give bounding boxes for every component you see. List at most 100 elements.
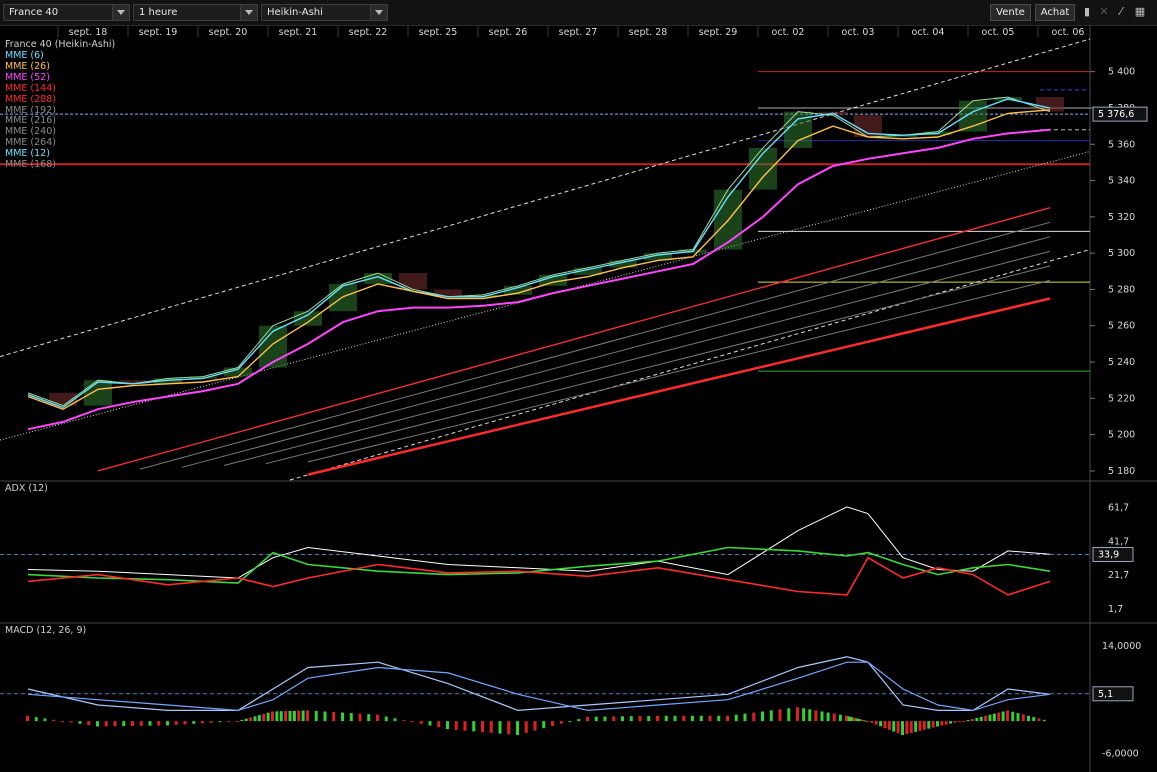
chevron-down-icon[interactable] — [240, 5, 257, 20]
chart-type-select[interactable]: Heikin-Ashi — [261, 4, 388, 21]
trend-channel-upper — [0, 38, 1091, 358]
macd-histogram-bar — [682, 715, 686, 722]
chart-area[interactable]: sept. 18 sept. 19 sept. 20 sept. 21 sept. 22… — [0, 25, 1157, 772]
macd-histogram-bar — [411, 721, 414, 723]
macd-histogram-bar — [96, 721, 99, 727]
date-tick-label: sept. 21 — [279, 27, 318, 38]
macd-histogram-bar — [516, 721, 519, 736]
chevron-down-icon[interactable] — [112, 5, 129, 20]
last-price-value: 5 376,6 — [1098, 109, 1134, 120]
adx-series-line — [27, 506, 1051, 579]
macd-histogram-bar — [838, 714, 842, 722]
macd-histogram-bar — [113, 721, 117, 727]
macd-histogram-bar — [656, 715, 659, 722]
macd-histogram-bar — [845, 715, 848, 722]
timeframe-select[interactable]: 1 heure — [133, 4, 258, 21]
macd-histogram-bar — [78, 721, 82, 724]
sell-button[interactable]: Vente — [990, 4, 1031, 21]
macd-histogram-bar — [275, 711, 279, 722]
macd-histogram-bar — [301, 710, 305, 722]
macd-histogram-bar — [87, 721, 91, 726]
mme-ribbon-line — [265, 265, 1051, 465]
bar-chart-icon[interactable]: ▮ — [1080, 5, 1094, 19]
date-tick-label: sept. 29 — [699, 27, 738, 38]
macd-histogram-bar — [1006, 710, 1009, 722]
macd-histogram-bar — [428, 721, 432, 726]
adx-tick-label: 41,7 — [1108, 536, 1129, 547]
macd-histogram-bar — [629, 716, 633, 722]
macd-histogram-bar — [463, 721, 467, 731]
macd-histogram-bar — [852, 717, 856, 722]
macd-histogram-bar — [708, 715, 712, 722]
price-panel-title: France 40 (Heikin-Ashi) — [5, 39, 116, 50]
macd-histogram-bar — [860, 719, 864, 722]
trend-icon[interactable]: ⁄ — [1114, 5, 1128, 19]
date-tick-label: sept. 28 — [629, 27, 668, 38]
heikin-ashi-candle — [329, 284, 357, 312]
macd-histogram-bar — [292, 710, 296, 722]
toolbar: France 40 1 heure Heikin-Ashi Vente Acha… — [0, 0, 1157, 26]
macd-histogram-bar — [1001, 711, 1005, 722]
macd-histogram-bar — [883, 721, 887, 729]
macd-histogram-bar — [139, 721, 143, 726]
macd-histogram-bar — [971, 718, 974, 722]
macd-histogram-bar — [419, 721, 423, 724]
macd-histogram-bar — [931, 721, 935, 728]
adx-tick-label: 61,7 — [1108, 502, 1129, 513]
macd-histogram-bar — [551, 721, 554, 726]
series-line — [97, 207, 1051, 472]
mme-ribbon-line — [181, 236, 1051, 468]
macd-histogram-bar — [850, 717, 854, 722]
macd-histogram-bar — [332, 712, 336, 722]
macd-histogram-bar — [858, 719, 862, 722]
date-tick-label: oct. 06 — [1052, 27, 1085, 38]
adx-panel-title: ADX (12) — [5, 483, 48, 494]
date-tick-label: sept. 26 — [489, 27, 528, 38]
macd-histogram-bar — [240, 719, 244, 722]
macd-histogram-bar — [69, 721, 73, 723]
price-tick-label: 5 280 — [1108, 284, 1135, 295]
macd-histogram-bar — [26, 715, 29, 722]
macd-histogram-bar — [953, 721, 957, 723]
macd-histogram-bar — [1027, 715, 1030, 722]
macd-histogram-bar — [866, 721, 869, 723]
macd-histogram-bar — [253, 716, 257, 722]
macd-histogram-bar — [284, 711, 288, 722]
macd-histogram-bar — [393, 718, 397, 722]
macd-histogram-bar — [1021, 714, 1025, 722]
macd-histogram-bar — [446, 721, 449, 730]
adx-tick-label: 1,7 — [1108, 604, 1123, 615]
macd-histogram-bar — [568, 721, 572, 723]
macd-histogram-bar — [437, 721, 441, 728]
chevron-down-icon[interactable] — [370, 5, 387, 20]
chart-type-value: Heikin-Ashi — [267, 7, 323, 18]
macd-histogram-bar — [279, 711, 283, 722]
macd-histogram-bar — [586, 716, 589, 722]
macd-histogram-bar — [52, 719, 56, 722]
instrument-select[interactable]: France 40 — [3, 4, 130, 21]
heikin-ashi-candle — [294, 311, 322, 326]
macd-histogram-bar — [820, 711, 824, 722]
date-axis-strip — [0, 39, 1157, 41]
adx-tick-label: 21,7 — [1108, 570, 1129, 581]
macd-histogram-bar — [236, 721, 239, 723]
macd-histogram-bar — [218, 721, 222, 723]
chart-settings-icon[interactable]: ▦ — [1133, 5, 1147, 19]
macd-histogram-bar — [726, 715, 729, 722]
macd-histogram-bar — [901, 721, 904, 736]
macd-histogram-bar — [769, 710, 773, 722]
macd-histogram-bar — [962, 720, 966, 722]
macd-histogram-bar — [892, 721, 896, 732]
date-tick-label: sept. 19 — [139, 27, 178, 38]
macd-histogram-bar — [472, 721, 476, 732]
macd-histogram-bar — [778, 709, 782, 722]
macd-histogram-bar — [271, 711, 274, 722]
macd-histogram-bar — [870, 721, 874, 723]
macd-histogram-bar — [940, 721, 944, 726]
macd-histogram-bar — [314, 710, 318, 722]
buy-button[interactable]: Achat — [1035, 4, 1075, 21]
macd-histogram-bar — [481, 721, 484, 733]
macd-histogram-bar — [384, 716, 388, 722]
macd-histogram-bar — [905, 721, 909, 734]
indicator-icon[interactable]: ✕ — [1097, 5, 1111, 19]
